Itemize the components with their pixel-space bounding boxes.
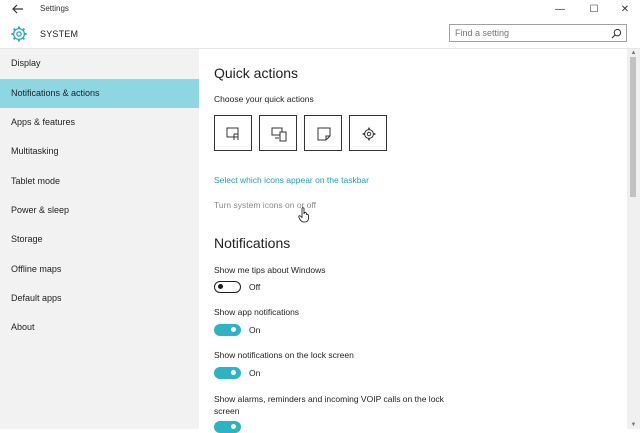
sidebar: Display Notifications & actions Apps & f… [0, 49, 199, 429]
search-icon[interactable] [611, 28, 622, 39]
setting-label-tips: Show me tips about Windows [214, 265, 326, 275]
toggle-tips[interactable] [214, 281, 241, 293]
setting-label-alarms: Show alarms, reminders and incoming VOIP… [214, 394, 444, 416]
connect-icon [271, 127, 287, 142]
title-bar: Settings — ☐ ✕ [0, 0, 640, 20]
sidebar-item-tablet-mode[interactable]: Tablet mode [0, 167, 199, 196]
header: SYSTEM [0, 20, 640, 49]
sidebar-item-display[interactable]: Display [0, 49, 199, 78]
sidebar-item-multitasking[interactable]: Multitasking [0, 137, 199, 166]
quick-action-tile-note[interactable] [304, 115, 342, 151]
quick-action-tile-tablet-mode[interactable] [214, 115, 252, 151]
toggle-state-tips: Off [249, 282, 261, 292]
note-icon [317, 127, 331, 141]
minimize-button[interactable]: — [549, 2, 571, 18]
toggle-state-app-notifications: On [249, 325, 261, 335]
tablet-mode-icon [226, 127, 239, 140]
quick-action-tile-connect[interactable] [259, 115, 297, 151]
window-title: Settings [40, 4, 69, 13]
toggle-state-lock-screen: On [249, 368, 261, 378]
toggle-alarms[interactable] [214, 421, 241, 433]
main-content: Quick actions Choose your quick actions [199, 49, 627, 433]
search-input[interactable] [455, 27, 605, 39]
close-button[interactable]: ✕ [614, 2, 636, 18]
sidebar-item-storage[interactable]: Storage [0, 225, 199, 254]
sidebar-item-apps-features[interactable]: Apps & features [0, 108, 199, 137]
quick-actions-heading: Quick actions [214, 65, 299, 81]
gear-icon [11, 26, 27, 42]
hand-cursor-icon [298, 207, 309, 223]
back-arrow-icon[interactable] [10, 2, 26, 18]
search-box[interactable] [449, 24, 627, 42]
quick-action-tile-settings[interactable] [349, 115, 387, 151]
setting-label-lock-screen: Show notifications on the lock screen [214, 350, 354, 360]
toggle-app-notifications[interactable] [214, 324, 241, 336]
taskbar-icons-link[interactable]: Select which icons appear on the taskbar [214, 175, 369, 185]
sidebar-item-power-sleep[interactable]: Power & sleep [0, 196, 199, 225]
toggle-lock-screen[interactable] [214, 367, 241, 379]
vertical-scrollbar[interactable]: ▲ ▼ [627, 49, 640, 429]
notifications-heading: Notifications [214, 235, 291, 251]
sidebar-item-notifications-actions[interactable]: Notifications & actions [0, 79, 199, 108]
page-title: SYSTEM [40, 29, 79, 39]
setting-label-app-notifications: Show app notifications [214, 307, 300, 317]
sidebar-item-default-apps[interactable]: Default apps [0, 284, 199, 313]
scroll-down-icon[interactable]: ▼ [627, 421, 640, 429]
scrollbar-thumb[interactable] [630, 57, 636, 197]
quick-actions-subheading: Choose your quick actions [214, 94, 314, 104]
settings-gear-icon [362, 127, 376, 141]
scroll-up-icon[interactable]: ▲ [627, 49, 640, 57]
sidebar-item-offline-maps[interactable]: Offline maps [0, 255, 199, 284]
maximize-button[interactable]: ☐ [583, 2, 605, 18]
sidebar-item-about[interactable]: About [0, 313, 199, 342]
